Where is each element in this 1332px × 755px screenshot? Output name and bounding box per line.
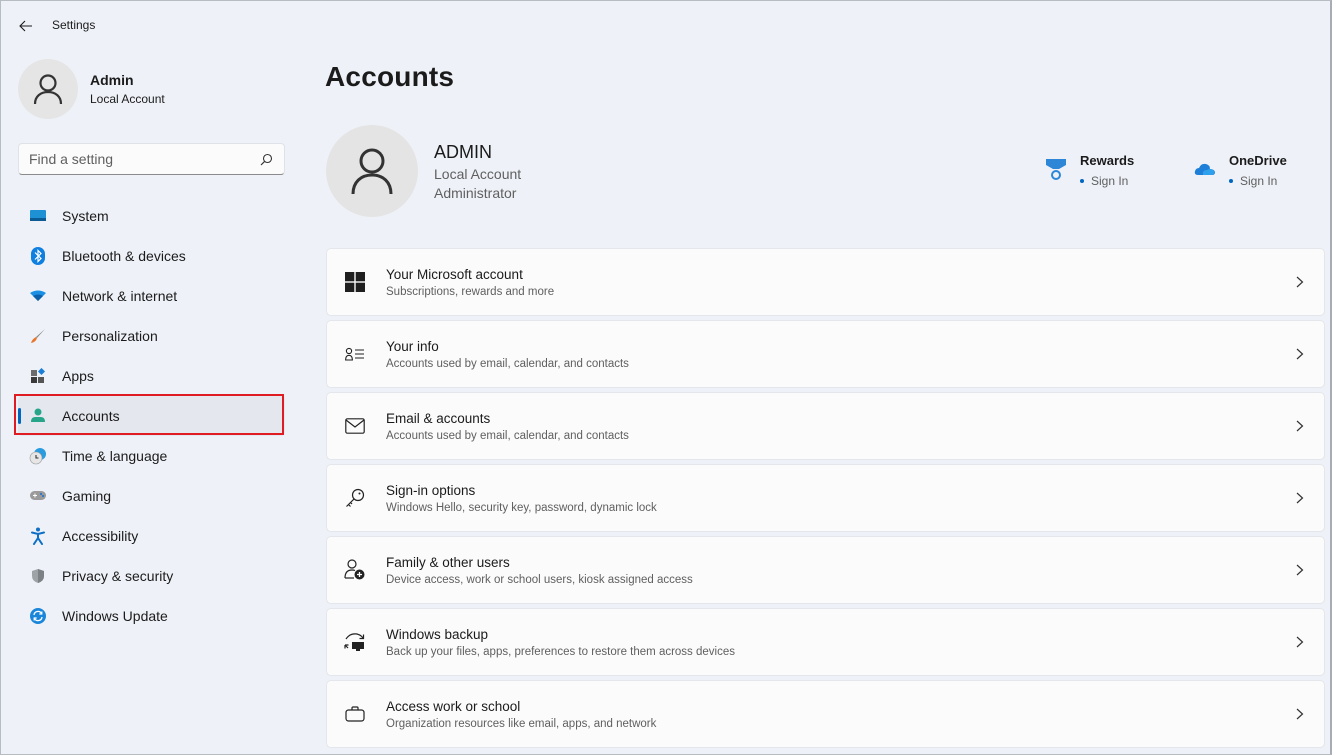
sidebar-item-apps[interactable]: Apps [18,356,285,396]
card-subtitle: Subscriptions, rewards and more [386,285,555,298]
card-title: Your info [386,338,439,354]
search-input[interactable] [29,151,258,167]
card-subtitle: Back up your files, apps, preferences to… [386,645,735,658]
sidebar-item-windows-update[interactable]: Windows Update [18,596,285,636]
sidebar-profile[interactable]: Admin Local Account [18,59,165,119]
windows-logo-icon [344,271,366,293]
status-dot [1080,179,1084,183]
sidebar-item-label: Windows Update [62,608,168,624]
back-arrow-icon [19,20,32,32]
apps-icon [28,366,48,386]
service-name: Rewards [1080,153,1135,168]
user-icon [351,148,393,195]
sidebar-item-gaming[interactable]: Gaming [18,476,285,516]
account-header: ADMIN Local Account Administrator [326,125,521,217]
profile-account-type: Local Account [90,92,165,106]
briefcase-icon [344,703,366,725]
service-name: OneDrive [1229,153,1287,168]
system-icon [28,206,48,226]
sidebar-item-network[interactable]: Network & internet [18,276,285,316]
chevron-right-icon [1294,563,1306,577]
title-bar: Settings [1,1,1330,51]
card-sign-in-options[interactable]: Sign-in options Windows Hello, security k… [326,464,1325,532]
onedrive-service[interactable]: OneDrive Sign In [1193,153,1287,188]
avatar [18,59,78,119]
status-dot [1229,179,1233,183]
account-avatar [326,125,418,217]
sidebar-nav: System Bluetooth & devices Network & int… [18,196,285,636]
sidebar-item-label: Personalization [62,328,158,344]
sidebar-item-label: Accessibility [62,528,139,544]
card-subtitle: Windows Hello, security key, password, d… [386,501,657,514]
sidebar-item-label: Time & language [62,448,168,464]
card-subtitle: Device access, work or school users, kio… [386,573,693,586]
card-microsoft-account[interactable]: Your Microsoft account Subscriptions, rew… [326,248,1325,316]
onedrive-cloud-icon [1193,157,1217,181]
back-button[interactable] [15,15,37,37]
sidebar-item-label: System [62,208,109,224]
clock-globe-icon [28,446,48,466]
gamepad-icon [28,486,48,506]
chevron-right-icon [1294,635,1306,649]
update-icon [28,606,48,626]
backup-icon [344,631,366,653]
app-title: Settings [52,18,96,32]
card-family-other-users[interactable]: Family & other users Device access, work … [326,536,1325,604]
card-windows-backup[interactable]: Windows backup Back up your files, apps, … [326,608,1325,676]
service-sign-in-link[interactable]: Sign In [1229,174,1287,188]
sidebar-item-label: Privacy & security [62,568,174,584]
rewards-medal-icon [1044,157,1068,181]
sidebar-item-time-language[interactable]: Time & language [18,436,285,476]
card-title: Your Microsoft account [386,266,523,282]
chevron-right-icon [1294,419,1306,433]
bluetooth-icon [28,246,48,266]
accessibility-icon [28,526,48,546]
settings-list: Your Microsoft account Subscriptions, rew… [326,248,1325,752]
sidebar-item-label: Network & internet [62,288,178,304]
sidebar-item-label: Bluetooth & devices [62,248,186,264]
card-subtitle: Organization resources like email, apps,… [386,717,657,730]
mail-icon [344,415,366,437]
key-icon [344,487,366,509]
search-box[interactable] [18,143,285,175]
sidebar-item-accessibility[interactable]: Accessibility [18,516,285,556]
sidebar-item-label: Gaming [62,488,112,504]
sidebar-item-privacy-security[interactable]: Privacy & security [18,556,285,596]
brush-icon [28,326,48,346]
card-title: Family & other users [386,554,510,570]
card-title: Email & accounts [386,410,491,426]
shield-icon [28,566,48,586]
add-person-icon [344,559,366,581]
wifi-icon [28,286,48,306]
card-email-accounts[interactable]: Email & accounts Accounts used by email, … [326,392,1325,460]
sidebar-item-system[interactable]: System [18,196,285,236]
sidebar-item-accounts[interactable]: Accounts [18,396,285,436]
sidebar-item-label: Accounts [62,408,120,424]
profile-name: Admin [90,72,134,88]
service-sign-in-link[interactable]: Sign In [1080,174,1134,188]
page-title: Accounts [325,61,455,92]
sidebar-item-label: Apps [62,368,94,384]
search-icon[interactable] [258,151,274,167]
account-type: Local Account [434,165,522,182]
card-title: Access work or school [386,698,521,714]
card-title: Sign-in options [386,482,476,498]
account-name: ADMIN [434,141,492,162]
card-title: Windows backup [386,626,489,642]
card-your-info[interactable]: Your info Accounts used by email, calenda… [326,320,1325,388]
rewards-service[interactable]: Rewards Sign In [1044,153,1134,188]
accounts-icon [28,406,48,426]
user-icon [33,74,63,105]
sidebar-item-personalization[interactable]: Personalization [18,316,285,356]
chevron-right-icon [1294,707,1306,721]
card-subtitle: Accounts used by email, calendar, and co… [386,429,629,442]
person-info-icon [344,343,366,365]
card-access-work-school[interactable]: Access work or school Organization resour… [326,680,1325,748]
card-subtitle: Accounts used by email, calendar, and co… [386,357,629,370]
sidebar-item-bluetooth[interactable]: Bluetooth & devices [18,236,285,276]
chevron-right-icon [1294,347,1306,361]
chevron-right-icon [1294,491,1306,505]
chevron-right-icon [1294,275,1306,289]
account-role: Administrator [434,184,517,201]
